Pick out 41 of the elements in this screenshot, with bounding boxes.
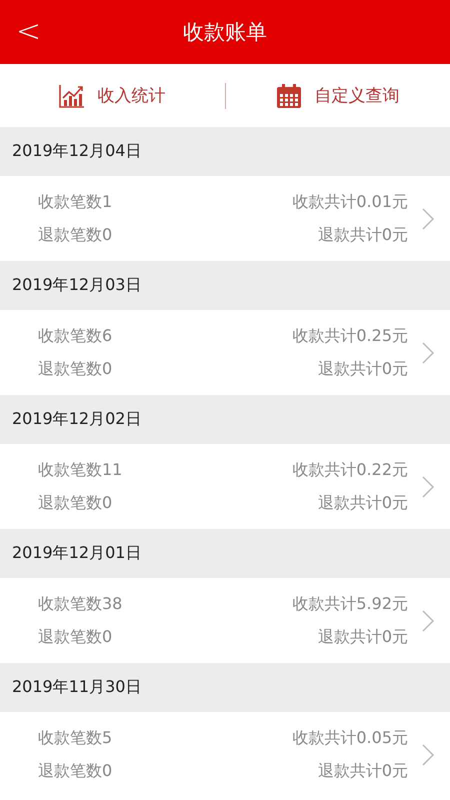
bar-chart-icon xyxy=(59,84,86,108)
back-button[interactable]: < xyxy=(12,15,46,49)
toolbar-button[interactable]: 自定义查询 xyxy=(226,82,450,110)
receipt-total: 收款共计5.92元 xyxy=(292,594,408,614)
bill-row[interactable]: 收款笔数38 收款共计5.92元 退款笔数0 退款共计0元 xyxy=(0,578,450,663)
chevron-right-icon xyxy=(422,744,434,766)
receipt-count: 收款笔数5 xyxy=(38,728,114,748)
refund-total: 退款共计0元 xyxy=(316,492,408,514)
receipt-total: 收款共计0.25元 xyxy=(292,326,408,346)
date-header: 2019年12月02日 xyxy=(0,395,450,444)
chevron-right-icon xyxy=(422,208,434,230)
refund-total: 退款共计0元 xyxy=(316,626,408,648)
date-header: 2019年12月03日 xyxy=(0,261,450,310)
bill-row[interactable]: 收款笔数1 收款共计0.01元 退款笔数0 退款共计0元 xyxy=(0,176,450,261)
date-header: 2019年12月01日 xyxy=(0,529,450,578)
bill-row[interactable]: 收款笔数5 收款共计0.05元 退款笔数0 退款共计0元 xyxy=(0,712,450,797)
page-title: 收款账单 xyxy=(183,19,267,46)
refund-total: 退款共计0元 xyxy=(316,358,408,380)
receipt-count: 收款笔数11 xyxy=(38,460,124,480)
toolbar-button[interactable]: 收入统计 xyxy=(0,82,224,108)
refund-count: 退款笔数0 xyxy=(38,626,114,648)
refund-count: 退款笔数0 xyxy=(38,358,114,380)
date-header: 2019年11月30日 xyxy=(0,663,450,712)
calendar-icon xyxy=(276,82,302,108)
chevron-right-icon xyxy=(422,342,434,364)
bill-row[interactable]: 收款笔数6 收款共计0.25元 退款笔数0 退款共计0元 xyxy=(0,310,450,395)
bill-row[interactable]: 收款笔数11 收款共计0.22元 退款笔数0 退款共计0元 xyxy=(0,444,450,529)
chevron-right-icon xyxy=(422,610,434,632)
refund-count: 退款笔数0 xyxy=(38,224,114,246)
receipt-count: 收款笔数38 xyxy=(38,594,124,614)
refund-count: 退款笔数0 xyxy=(38,492,114,514)
refund-total: 退款共计0元 xyxy=(316,760,408,782)
receipt-count: 收款笔数1 xyxy=(38,192,114,212)
refund-total: 退款共计0元 xyxy=(316,224,408,246)
receipt-total: 收款共计0.05元 xyxy=(292,728,408,748)
refund-count: 退款笔数0 xyxy=(38,760,114,782)
date-header: 2019年12月04日 xyxy=(0,127,450,176)
receipt-total: 收款共计0.22元 xyxy=(292,460,408,480)
receipt-count: 收款笔数6 xyxy=(38,326,114,346)
chevron-right-icon xyxy=(422,476,434,498)
receipt-total: 收款共计0.01元 xyxy=(292,192,408,212)
